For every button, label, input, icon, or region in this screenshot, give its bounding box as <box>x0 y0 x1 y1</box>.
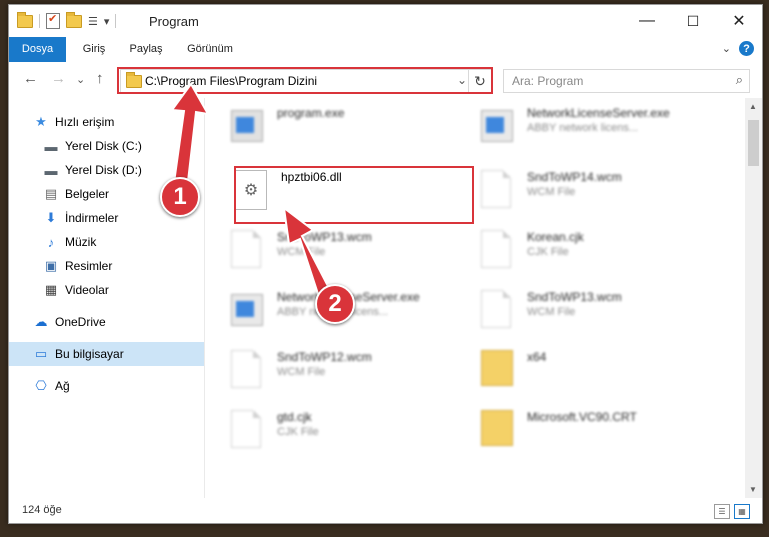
step-badge-1: 1 <box>160 177 200 217</box>
annotation-arrows <box>170 82 332 302</box>
arrow-1 <box>170 82 210 191</box>
arrow-2 <box>282 205 332 302</box>
step-badge-2: 2 <box>315 284 355 324</box>
